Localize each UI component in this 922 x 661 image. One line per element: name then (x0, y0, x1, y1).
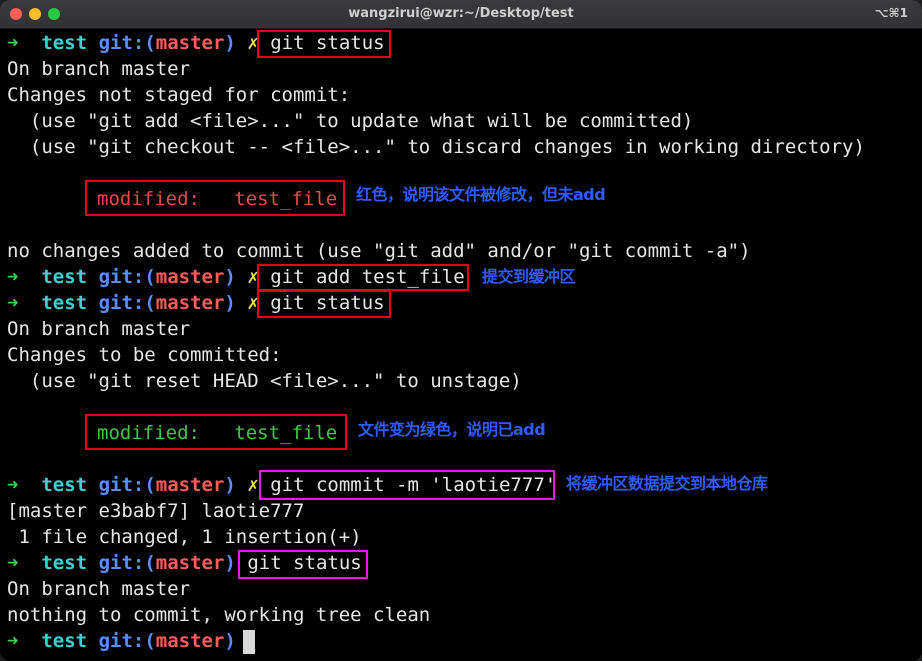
prompt-branch: master (155, 474, 225, 496)
prompt-arrow-icon: ➜ (7, 32, 19, 54)
output-line: On branch master (7, 58, 191, 80)
prompt-git: git:( (98, 630, 156, 652)
highlight-box (257, 290, 391, 318)
prompt-git-close: ) (224, 630, 236, 652)
prompt-arrow-icon: ➜ (7, 266, 19, 288)
prompt-dir: test (41, 292, 88, 314)
prompt-git: git:( (98, 32, 156, 54)
output-line: (use "git checkout -- <file>..." to disc… (7, 136, 865, 158)
highlight-box (257, 264, 469, 291)
highlight-box (238, 550, 368, 579)
prompt-dir: test (41, 630, 88, 652)
prompt-git-close: ) (224, 552, 236, 574)
output-line: On branch master (7, 578, 191, 600)
output-line: (use "git add <file>..." to update what … (7, 110, 694, 132)
prompt-dir: test (41, 266, 88, 288)
terminal-cursor (243, 630, 255, 654)
annotation: 红色，说明该文件被修改，但未add (356, 185, 606, 204)
highlight-box (85, 180, 345, 216)
output-line: [master e3babf7] laotie777 (7, 500, 305, 522)
prompt-arrow-icon: ➜ (7, 552, 19, 574)
title-bar: wangzirui@wzr:~/Desktop/test ⌥⌘1 (0, 0, 922, 29)
annotation: 文件变为绿色，说明已add (358, 420, 546, 439)
prompt-branch: master (155, 266, 225, 288)
prompt-git: git:( (98, 474, 156, 496)
output-line: Changes to be committed: (7, 344, 282, 366)
output-line: On branch master (7, 318, 191, 340)
terminal-output[interactable]: ➜ test git:(master) ✗ git status On bran… (0, 30, 922, 661)
highlight-box (257, 30, 391, 58)
prompt-branch: master (155, 552, 225, 574)
prompt-dirty-icon: ✗ (247, 474, 259, 496)
prompt-git-close: ) (224, 32, 236, 54)
prompt-dir: test (41, 474, 88, 496)
annotation: 提交到缓冲区 (482, 267, 576, 286)
prompt-dir: test (41, 552, 88, 574)
prompt-arrow-icon: ➜ (7, 630, 19, 652)
terminal-window: wangzirui@wzr:~/Desktop/test ⌥⌘1 ➜ test … (0, 0, 922, 661)
prompt-git-close: ) (224, 292, 236, 314)
prompt-branch: master (155, 32, 225, 54)
prompt-git-close: ) (224, 266, 236, 288)
prompt-branch: master (155, 630, 225, 652)
prompt-git: git:( (98, 266, 156, 288)
prompt-line: ➜ test git:(master) (7, 628, 236, 654)
highlight-box (259, 470, 555, 500)
prompt-branch: master (155, 292, 225, 314)
output-line: Changes not staged for commit: (7, 84, 351, 106)
highlight-box (85, 414, 347, 450)
output-line: nothing to commit, working tree clean (7, 604, 431, 626)
prompt-git-close: ) (224, 474, 236, 496)
output-line: 1 file changed, 1 insertion(+) (7, 526, 362, 548)
window-title: wangzirui@wzr:~/Desktop/test (348, 6, 574, 21)
annotation: 将缓冲区数据提交到本地仓库 (566, 474, 768, 493)
window-shortcut: ⌥⌘1 (874, 6, 908, 20)
output-line: (use "git reset HEAD <file>..." to unsta… (7, 370, 522, 392)
prompt-arrow-icon: ➜ (7, 474, 19, 496)
prompt-git: git:( (98, 552, 156, 574)
prompt-arrow-icon: ➜ (7, 292, 19, 314)
prompt-dir: test (41, 32, 88, 54)
output-line: no changes added to commit (use "git add… (7, 240, 751, 262)
prompt-git: git:( (98, 292, 156, 314)
